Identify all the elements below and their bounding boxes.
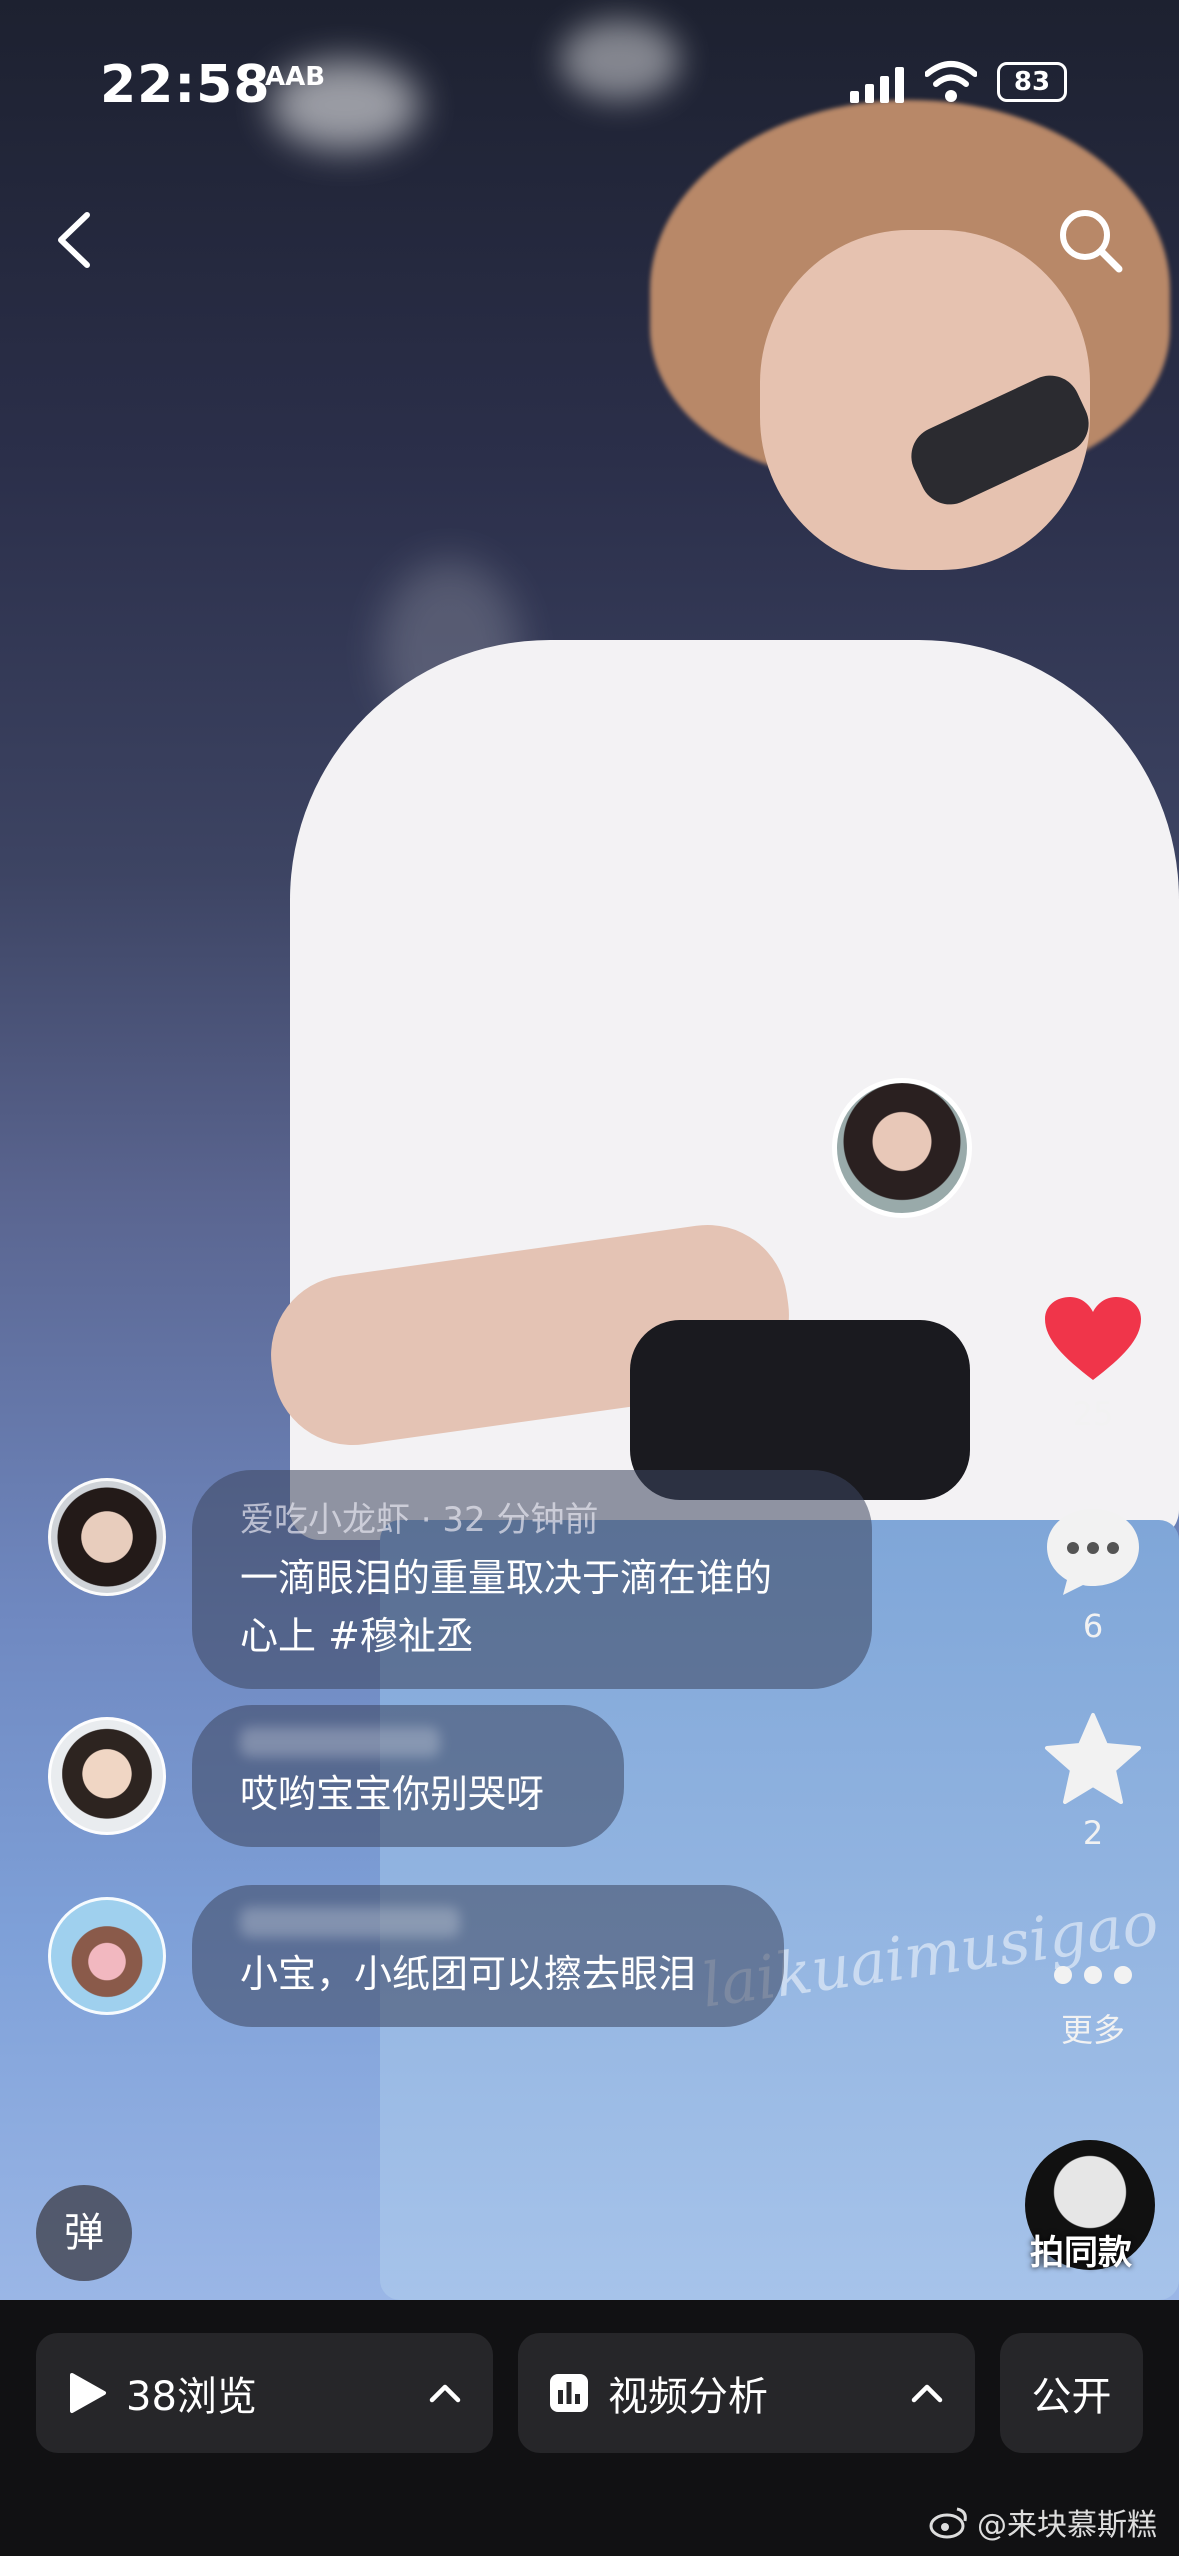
list-item[interactable]: 小宝，小纸团可以擦去眼泪 bbox=[0, 1885, 1000, 2045]
views-button[interactable]: 38浏览 bbox=[36, 2333, 493, 2453]
visibility-button[interactable]: 公开 bbox=[1000, 2333, 1143, 2453]
battery-level: 83 bbox=[1013, 67, 1051, 97]
video-analysis-button[interactable]: 视频分析 bbox=[518, 2333, 975, 2453]
comment-bubble: 爱吃小龙虾 · 32 分钟前 一滴眼泪的重量取决于滴在谁的 心上 #穆祉丞 bbox=[192, 1470, 872, 1689]
comment-author bbox=[240, 1907, 460, 1937]
play-icon bbox=[70, 2373, 106, 2413]
comment-author: 爱吃小龙虾 · 32 分钟前 bbox=[240, 1500, 599, 1540]
comment-count: 6 bbox=[1082, 1607, 1104, 1645]
more-button[interactable]: 更多 bbox=[1018, 1955, 1168, 2051]
avatar[interactable] bbox=[48, 1897, 166, 2015]
comment-text: 哎哟宝宝你别哭呀 bbox=[240, 1772, 545, 1816]
same-style-label: 拍同款 bbox=[1030, 2233, 1132, 2273]
more-label: 更多 bbox=[1060, 2011, 1125, 2049]
chat-bubble-icon bbox=[1047, 1509, 1139, 1595]
back-button[interactable] bbox=[45, 205, 105, 275]
bar-chart-icon bbox=[550, 2374, 588, 2412]
battery-icon: 83 bbox=[997, 62, 1067, 102]
chevron-up-icon bbox=[911, 2384, 943, 2403]
signal-icon bbox=[850, 65, 904, 103]
comment-bubble: 小宝，小纸团可以擦去眼泪 bbox=[192, 1885, 784, 2027]
author-avatar[interactable] bbox=[832, 1078, 972, 1218]
carrier-label: AAB bbox=[265, 62, 326, 92]
favorite-count: 2 bbox=[1082, 1814, 1104, 1852]
danmu-toggle-button[interactable]: 弹 bbox=[36, 2185, 132, 2281]
list-item[interactable]: 爱吃小龙虾 · 32 分钟前 一滴眼泪的重量取决于滴在谁的 心上 #穆祉丞 bbox=[0, 1470, 1000, 1689]
visibility-label: 公开 bbox=[1031, 2374, 1112, 2420]
comment-bubble: 哎哟宝宝你别哭呀 bbox=[192, 1705, 624, 1847]
weibo-watermark-text: @来块慕斯糕 bbox=[977, 2508, 1157, 2543]
search-button[interactable] bbox=[1055, 205, 1125, 275]
status-bar: 22:58 AAB 83 bbox=[0, 0, 1179, 150]
status-time: 22:58 bbox=[100, 55, 271, 115]
wifi-icon bbox=[925, 61, 977, 102]
star-icon bbox=[1045, 1713, 1141, 1804]
comment-text: 心上 #穆祉丞 bbox=[240, 1614, 474, 1658]
chevron-up-icon bbox=[429, 2384, 461, 2403]
comment-button[interactable]: 6 bbox=[1018, 1505, 1168, 1645]
favorite-button[interactable]: 2 bbox=[1018, 1712, 1168, 1852]
comment-text: 一滴眼泪的重量取决于滴在谁的 bbox=[240, 1556, 773, 1600]
weibo-watermark: @来块慕斯糕 bbox=[929, 2500, 1157, 2544]
heart-icon bbox=[1045, 1297, 1141, 1380]
like-count: 25 bbox=[1072, 1395, 1114, 1433]
list-item[interactable]: 哎哟宝宝你别哭呀 bbox=[0, 1705, 1000, 1865]
like-button[interactable]: 25 bbox=[1018, 1295, 1168, 1433]
avatar[interactable] bbox=[48, 1478, 166, 1596]
comment-text: 小宝，小纸团可以擦去眼泪 bbox=[240, 1952, 697, 1996]
weibo-logo-icon bbox=[929, 2507, 967, 2539]
avatar[interactable] bbox=[48, 1717, 166, 1835]
comment-author bbox=[240, 1727, 440, 1757]
views-label: 38浏览 bbox=[126, 2374, 257, 2420]
ellipsis-icon bbox=[1054, 1966, 1132, 1984]
video-analysis-label: 视频分析 bbox=[608, 2374, 768, 2420]
